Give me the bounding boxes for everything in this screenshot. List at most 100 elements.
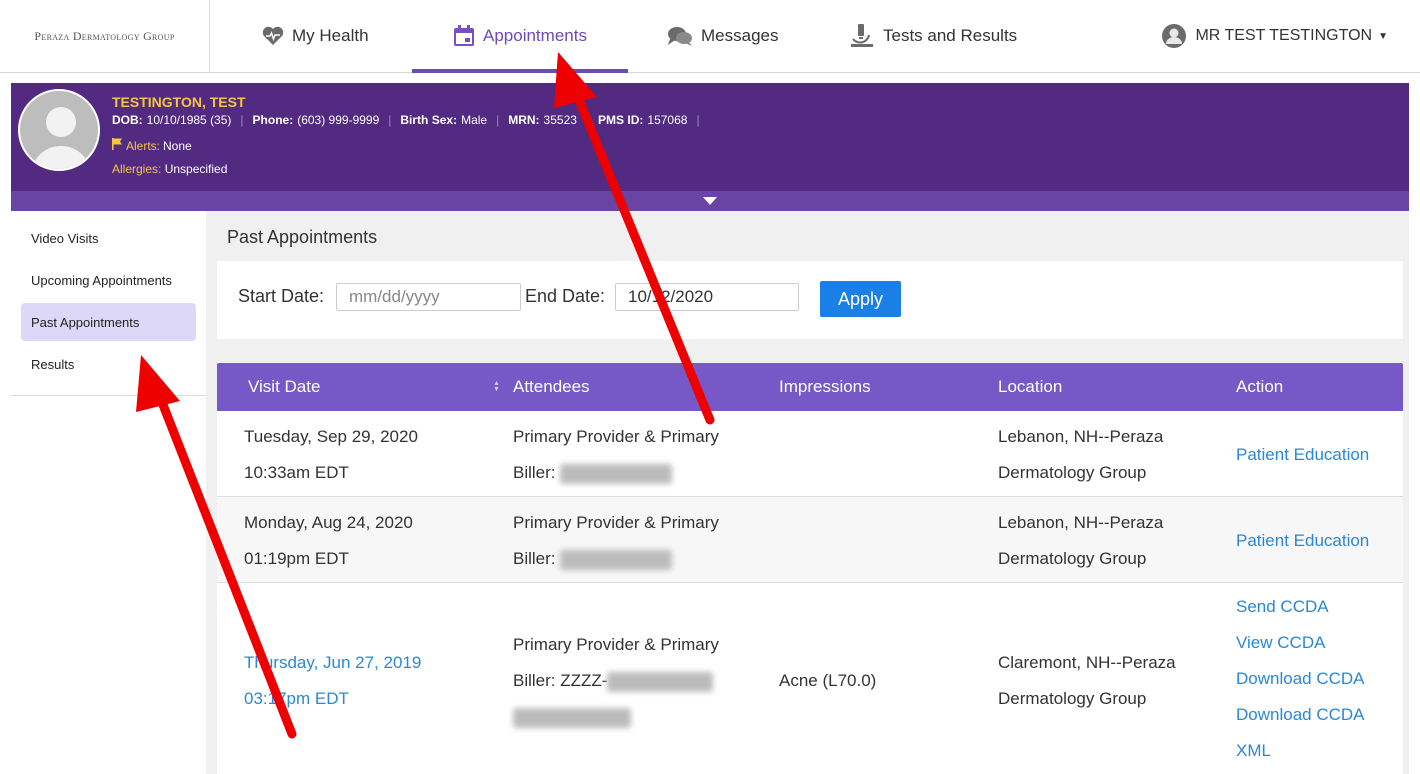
location-text: Lebanon, NH--Peraza xyxy=(998,427,1164,446)
user-name: MR TEST TESTINGTON xyxy=(1195,27,1373,44)
column-header-location: Location xyxy=(998,377,1063,396)
attendee-text: Biller: xyxy=(513,463,556,482)
view-ccda-link[interactable]: View CCDA xyxy=(1236,625,1365,661)
nav-my-health-label: My Health xyxy=(292,26,369,45)
table-row: Monday, Aug 24, 2020 01:19pm EDT Primary… xyxy=(217,497,1403,583)
caret-down-icon: ▼ xyxy=(1378,30,1388,42)
actions-cell: Send CCDA View CCDA Download CCDA Downlo… xyxy=(1236,589,1365,769)
redacted-name xyxy=(513,707,631,728)
nav-my-health[interactable]: My Health xyxy=(262,0,369,72)
column-header-action: Action xyxy=(1236,377,1284,396)
sidebar-item-label: Upcoming Appointments xyxy=(31,272,172,288)
attendee-text: Biller: xyxy=(513,549,556,568)
location-cell: Lebanon, NH--Peraza Dermatology Group xyxy=(998,505,1163,577)
chat-bubbles-icon xyxy=(667,26,693,46)
appointments-table: Visit Date ▲ ▼ Attendees Impressions Loca… xyxy=(217,363,1403,774)
sidebar-item-past-appointments[interactable]: Past Appointments xyxy=(21,303,196,341)
birth-sex-label: Birth Sex: xyxy=(400,113,458,127)
mrn-label: MRN: xyxy=(508,113,540,127)
allergies-label: Allergies: xyxy=(112,162,162,176)
table-row: Tuesday, Sep 29, 2020 10:33am EDT Primar… xyxy=(217,411,1403,497)
pms-id-value: 157068 xyxy=(647,113,688,127)
attendee-text: Primary Provider & Primary xyxy=(513,635,719,654)
flag-icon xyxy=(112,138,122,153)
main-content: Past Appointments Start Date: End Date: … xyxy=(206,211,1409,774)
sidebar-item-label: Results xyxy=(31,356,75,372)
location-text: Lebanon, NH--Peraza xyxy=(998,513,1164,532)
patient-alerts: Alerts: None xyxy=(112,138,192,153)
column-header-impressions: Impressions xyxy=(779,377,871,396)
send-ccda-link[interactable]: Send CCDA xyxy=(1236,589,1365,625)
attendee-text: Biller: ZZZZ- xyxy=(513,671,608,690)
nav-messages-label: Messages xyxy=(701,26,779,45)
patient-name: TESTINGTON, TEST xyxy=(112,94,246,110)
attendee-text: Primary Provider & Primary xyxy=(513,513,719,532)
end-date-label: End Date: xyxy=(525,286,606,306)
sidebar-item-video-visits[interactable]: Video Visits xyxy=(21,219,196,257)
sidebar-menu: Video Visits Upcoming Appointments Past … xyxy=(11,219,206,396)
nav-messages[interactable]: Messages xyxy=(667,0,778,72)
location-text: Dermatology Group xyxy=(998,549,1147,568)
patient-demographics: DOB: 10/10/1985 (35) | Phone: (603) 999-… xyxy=(112,113,709,127)
end-date-input[interactable] xyxy=(615,283,799,311)
banner-expand-toggle[interactable] xyxy=(11,191,1409,211)
patient-education-link[interactable]: Patient Education xyxy=(1236,437,1369,473)
table-header: Visit Date ▲ ▼ Attendees Impressions Loca… xyxy=(217,363,1403,411)
page-title: Past Appointments xyxy=(227,227,378,247)
sidebar-item-upcoming-appointments[interactable]: Upcoming Appointments xyxy=(21,261,196,299)
column-header-visit-date[interactable]: Visit Date xyxy=(248,377,320,397)
sidebar-item-label: Video Visits xyxy=(31,230,99,246)
sort-icon[interactable]: ▲ ▼ xyxy=(493,380,500,393)
nav-tests-results[interactable]: Tests and Results xyxy=(851,0,1017,72)
location-text: Dermatology Group xyxy=(998,689,1147,708)
visit-date-cell[interactable]: Thursday, Jun 27, 2019 03:17pm EDT xyxy=(244,645,421,717)
brand-logo[interactable]: Peraza Dermatology Group xyxy=(0,0,210,72)
location-cell: Lebanon, NH--Peraza Dermatology Group xyxy=(998,419,1163,491)
top-nav: Peraza Dermatology Group My Health Appoi… xyxy=(0,0,1420,73)
caret-down-icon xyxy=(703,192,717,210)
location-text: Dermatology Group xyxy=(998,463,1147,482)
microscope-icon xyxy=(851,23,875,49)
visit-date-link[interactable]: Thursday, Jun 27, 2019 xyxy=(244,645,421,681)
sidebar-item-results[interactable]: Results xyxy=(21,345,196,383)
attendees-cell: Primary Provider & Primary Biller: xyxy=(513,419,719,491)
location-text: Claremont, NH--Peraza xyxy=(998,653,1176,672)
divider: | xyxy=(496,113,500,127)
brand-name: Peraza Dermatology Group xyxy=(34,28,175,43)
calendar-icon xyxy=(453,25,475,47)
column-header-attendees: Attendees xyxy=(513,377,590,396)
attendees-cell: Primary Provider & Primary Biller: xyxy=(513,505,719,577)
heart-pulse-icon xyxy=(262,26,284,46)
visit-time-link[interactable]: 03:17pm EDT xyxy=(244,681,421,717)
user-avatar-icon xyxy=(1161,23,1187,49)
redacted-name xyxy=(560,549,673,570)
redacted-name xyxy=(607,671,714,692)
divider: | xyxy=(585,113,590,127)
phone-value: (603) 999-9999 xyxy=(297,113,380,127)
download-ccda-xml-link[interactable]: Download CCDA xyxy=(1236,697,1365,733)
redacted-name xyxy=(560,463,673,484)
patient-avatar xyxy=(18,89,100,171)
user-menu[interactable]: MR TEST TESTINGTON ▼ xyxy=(1161,0,1388,72)
table-row: Thursday, Jun 27, 2019 03:17pm EDT Prima… xyxy=(217,583,1403,774)
nav-appointments[interactable]: Appointments xyxy=(412,0,628,73)
divider: | xyxy=(388,113,392,127)
visit-time: 01:19pm EDT xyxy=(244,549,349,568)
nav-appointments-label: Appointments xyxy=(483,26,587,45)
nav-tests-results-label: Tests and Results xyxy=(883,26,1018,45)
alerts-value: None xyxy=(163,138,192,153)
attendee-text: Primary Provider & Primary xyxy=(513,427,719,446)
visit-date: Monday, Aug 24, 2020 xyxy=(244,513,413,532)
birth-sex-value: Male xyxy=(461,113,488,127)
patient-allergies: Allergies: Unspecified xyxy=(112,162,227,176)
apply-button[interactable]: Apply xyxy=(820,281,901,317)
download-ccda-xml-link[interactable]: XML xyxy=(1236,733,1365,769)
dob-value: 10/10/1985 (35) xyxy=(146,113,232,127)
patient-education-link[interactable]: Patient Education xyxy=(1236,523,1369,559)
divider: | xyxy=(240,113,244,127)
download-ccda-link[interactable]: Download CCDA xyxy=(1236,661,1365,697)
mrn-value: 35523 xyxy=(543,113,577,127)
alerts-label: Alerts: xyxy=(126,138,161,153)
phone-label: Phone: xyxy=(252,113,294,127)
start-date-input[interactable] xyxy=(336,283,521,311)
